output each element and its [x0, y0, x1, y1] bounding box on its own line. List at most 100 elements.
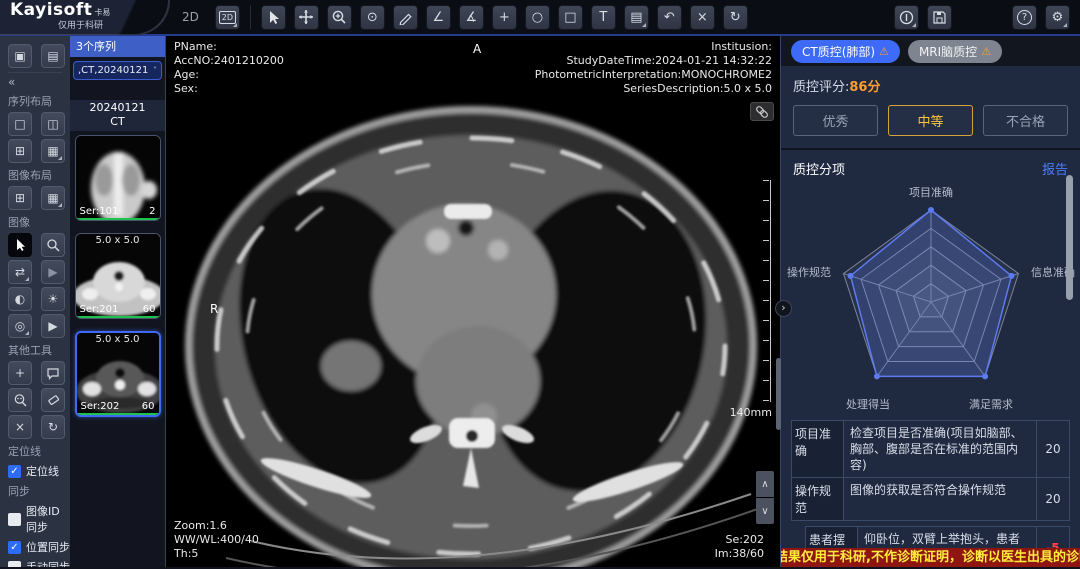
probe-tool-button[interactable]: ⊙ [360, 5, 385, 30]
row-desc: 图像的获取是否符合操作规范 [844, 478, 1037, 520]
angle-icon: ∠ [433, 10, 445, 25]
institution-label: Institusion: [535, 40, 772, 54]
x-icon: × [15, 420, 25, 434]
save-icon [932, 10, 947, 25]
cine-send-button[interactable]: ▶ [41, 260, 65, 284]
rectangle-tool-button[interactable]: □ [558, 5, 583, 30]
checkbox-icon[interactable]: ✓ [8, 541, 21, 554]
text-tool-button[interactable]: T [591, 5, 616, 30]
sidebar-collapse-button[interactable]: « [8, 75, 70, 89]
series-panel-toggle-button[interactable]: ▣ [8, 44, 32, 68]
add-tool-button[interactable]: + [8, 361, 32, 385]
settings-button[interactable]: ⚙ [1045, 5, 1070, 30]
ct-axial-image[interactable] [166, 36, 780, 567]
checkbox-manual-sync[interactable]: 手动同步 [8, 559, 70, 567]
comment-button[interactable] [41, 361, 65, 385]
prev-slice-button[interactable]: ∧ [756, 471, 774, 497]
layout-3x3-button[interactable]: ▦ [41, 139, 65, 163]
angle-tool-button[interactable]: ∠ [426, 5, 451, 30]
layout-1x2-icon: ◫ [47, 117, 58, 131]
checkbox-image-id-sync[interactable]: 图像ID同步 [8, 503, 70, 535]
pointer-tool-button[interactable] [261, 5, 286, 30]
tab-ct-qc[interactable]: CT质控(肺部) ⚠ [791, 40, 900, 63]
eraser-button[interactable] [41, 388, 65, 412]
grade-fail-button[interactable]: 不合格 [983, 105, 1068, 136]
brand-tagline: 仅用于科研 [58, 18, 164, 31]
delete-annotation-button[interactable]: × [690, 5, 715, 30]
brightness-button[interactable]: ☀ [41, 287, 65, 311]
tab-mri-qc[interactable]: MRI脑质控 ⚠ [908, 40, 1002, 63]
help-button[interactable]: ? [1012, 5, 1037, 30]
panel-collapse-handle[interactable]: › [775, 300, 792, 317]
photometric-label: PhotometricInterpretation:MONOCHROME2 [535, 68, 772, 82]
ellipse-tool-button[interactable]: ○ [525, 5, 550, 30]
thickness-label: Th:5 [174, 547, 259, 561]
play-button[interactable]: ▶ [41, 314, 65, 338]
link-series-button[interactable] [750, 102, 774, 121]
target-button[interactable]: ◎ [8, 314, 32, 338]
svg-text:操作规范: 操作规范 [787, 265, 831, 279]
age-label: Age: [174, 68, 284, 82]
checkbox-icon[interactable] [8, 513, 21, 526]
checkbox-locator-line[interactable]: ✓ 定位线 [8, 463, 70, 479]
next-slice-button[interactable]: ∨ [756, 498, 774, 524]
grade-excellent-button[interactable]: 优秀 [793, 105, 878, 136]
layout-3x3-icon: ▦ [47, 144, 58, 158]
thumb-image-count: 60 [143, 304, 156, 315]
pencil-tool-button[interactable] [393, 5, 418, 30]
tool-sidebar: ▣ ▤ « 序列布局 □ ◫ ⊞ ▦ 图像布局 ⊞ ▦ 图像 [0, 36, 70, 567]
clear-all-button[interactable]: × [8, 415, 32, 439]
thumb-image-count: 60 [142, 401, 155, 412]
thumb-desc-label: 5.0 x 5.0 [77, 334, 159, 345]
study-dropdown[interactable]: ,CT,20240121 ˅ [73, 61, 162, 80]
zoom-in-tool-button[interactable] [327, 5, 352, 30]
report-link[interactable]: 报告 [1042, 159, 1068, 178]
viewport-scrollbar-thumb[interactable] [776, 358, 781, 430]
layout-1x2-button[interactable]: ◫ [41, 112, 65, 136]
grade-medium-button[interactable]: 中等 [888, 105, 973, 136]
undo-button[interactable]: ↶ [657, 5, 682, 30]
img-layout-2x2-button[interactable]: ⊞ [8, 186, 32, 210]
disclaimer-marquee: 结果仅用于科研,不作诊断证明，诊断以医生出具的诊断 [781, 548, 1080, 567]
row-score: 20 [1037, 421, 1069, 477]
cobb-angle-tool-button[interactable]: ∡ [459, 5, 484, 30]
layout-2x2-button[interactable]: ⊞ [8, 139, 32, 163]
send-icon: ▶ [48, 265, 57, 279]
magnifier-button[interactable] [41, 233, 65, 257]
section-image-label: 图像 [8, 214, 70, 230]
table-row: 项目准确 检查项目是否准确(项目如脑部、胸部、腹部是否在标准的范围内容) 20 [791, 420, 1070, 478]
layout-1x1-button[interactable]: □ [8, 112, 32, 136]
contrast-button[interactable]: ◐ [8, 287, 32, 311]
magnify-glass-button[interactable] [8, 388, 32, 412]
checkbox-icon[interactable] [8, 561, 21, 568]
series-thumbnail-101[interactable]: Ser:101 2 [75, 135, 161, 221]
checkbox-position-sync[interactable]: ✓ 位置同步 [8, 539, 70, 555]
checkbox-icon[interactable]: ✓ [8, 465, 21, 478]
flip-rotate-button[interactable]: ⇄ [8, 260, 32, 284]
info-button[interactable] [894, 5, 919, 30]
pointer-icon [13, 238, 27, 252]
pan-tool-button[interactable] [294, 5, 319, 30]
svg-text:满足需求: 满足需求 [969, 398, 1013, 411]
save-button[interactable] [927, 5, 952, 30]
image-viewport[interactable]: PName: AccNO:2401210200 Age: Sex: Instit… [166, 36, 780, 567]
window-presets-button[interactable]: ▤ [624, 5, 649, 30]
qc-panel-scrollbar-thumb[interactable] [1066, 175, 1073, 300]
pointer-sidebar-button[interactable] [8, 233, 32, 257]
crosshair-tool-button[interactable]: + [492, 5, 517, 30]
display-info-overlay: Zoom:1.6 WW/WL:400/40 Th:5 [174, 519, 259, 561]
info-panel-toggle-button[interactable]: ▤ [41, 44, 65, 68]
cobb-angle-icon: ∡ [466, 10, 478, 25]
reset-button[interactable]: ↻ [723, 5, 748, 30]
series-thumbnail-202[interactable]: 5.0 x 5.0 Ser:202 60 [75, 331, 161, 417]
tab-label: CT质控(肺部) [802, 43, 875, 60]
section-locator-label: 定位线 [8, 443, 70, 459]
reset-view-button[interactable]: ↻ [41, 415, 65, 439]
scale-ruler [764, 180, 771, 402]
series-thumbnail-201[interactable]: 5.0 x 5.0 Ser:201 60 [75, 233, 161, 319]
view-2d-button[interactable]: 2D [215, 5, 240, 30]
panel-grid-icon: ▣ [14, 49, 25, 63]
pencil-icon [398, 10, 413, 25]
img-layout-3x3-button[interactable]: ▦ [41, 186, 65, 210]
main-row: ▣ ▤ « 序列布局 □ ◫ ⊞ ▦ 图像布局 ⊞ ▦ 图像 [0, 36, 1080, 567]
